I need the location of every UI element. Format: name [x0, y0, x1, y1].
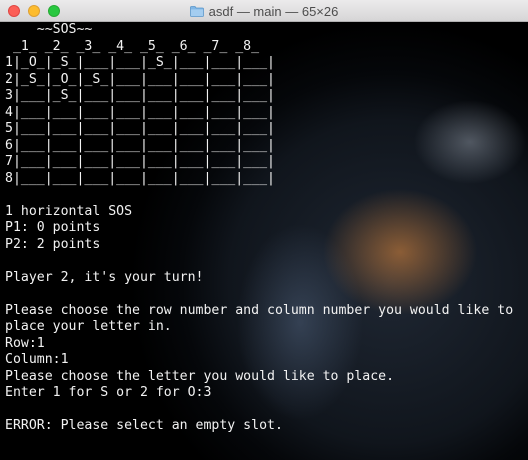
terminal-line: Player 2, it's your turn! — [5, 269, 204, 285]
title-bar[interactable]: asdf — main — 65×26 — [0, 0, 528, 22]
folder-icon — [189, 5, 204, 17]
terminal-line: _1_ _2_ _3_ _4_ _5_ _6_ _7_ _8_ — [5, 38, 260, 54]
terminal-line: 4|___|___|___|___|___|___|___|___| — [5, 104, 275, 120]
terminal-line: place your letter in. — [5, 319, 172, 334]
terminal-line: 7|___|___|___|___|___|___|___|___| — [5, 154, 275, 169]
terminal-line: 1|_O_|_S_|___|___|_S_|___|___|___| — [5, 55, 275, 70]
terminal-line: P1: 0 points — [5, 220, 101, 235]
terminal-line: ERROR: Please select an empty slot. — [5, 418, 283, 433]
terminal-window: asdf — main — 65×26 ~~SOS~~ _1_ _2_ _3_ … — [0, 0, 528, 460]
terminal-content[interactable]: ~~SOS~~ _1_ _2_ _3_ _4_ _5_ _6_ _7_ _8_ 1… — [0, 22, 528, 460]
terminal-line: 1 horizontal SOS — [5, 203, 133, 219]
terminal-line: Please choose the row number and column … — [5, 302, 514, 318]
terminal-line: ~~SOS~~ — [5, 22, 93, 37]
terminal-line: Enter 1 for S or 2 for O:3 — [5, 385, 212, 400]
terminal-line: Column:1 — [5, 352, 69, 367]
terminal-line: 8|___|___|___|___|___|___|___|___| — [5, 170, 275, 186]
window-title-area: asdf — main — 65×26 — [0, 0, 528, 22]
terminal-line: P2: 2 points — [5, 236, 101, 252]
window-title: asdf — main — 65×26 — [208, 3, 339, 19]
terminal-line: 3|___|_S_|___|___|___|___|___|___| — [5, 88, 275, 103]
terminal-output[interactable]: ~~SOS~~ _1_ _2_ _3_ _4_ _5_ _6_ _7_ _8_ 1… — [5, 22, 513, 435]
terminal-line: 6|___|___|___|___|___|___|___|___| — [5, 137, 275, 153]
terminal-line: 5|___|___|___|___|___|___|___|___| — [5, 121, 275, 136]
terminal-line: Please choose the letter you would like … — [5, 368, 395, 384]
terminal-line: Row:1 — [5, 335, 45, 351]
terminal-line: 2|_S_|_O_|_S_|___|___|___|___|___| — [5, 71, 275, 87]
